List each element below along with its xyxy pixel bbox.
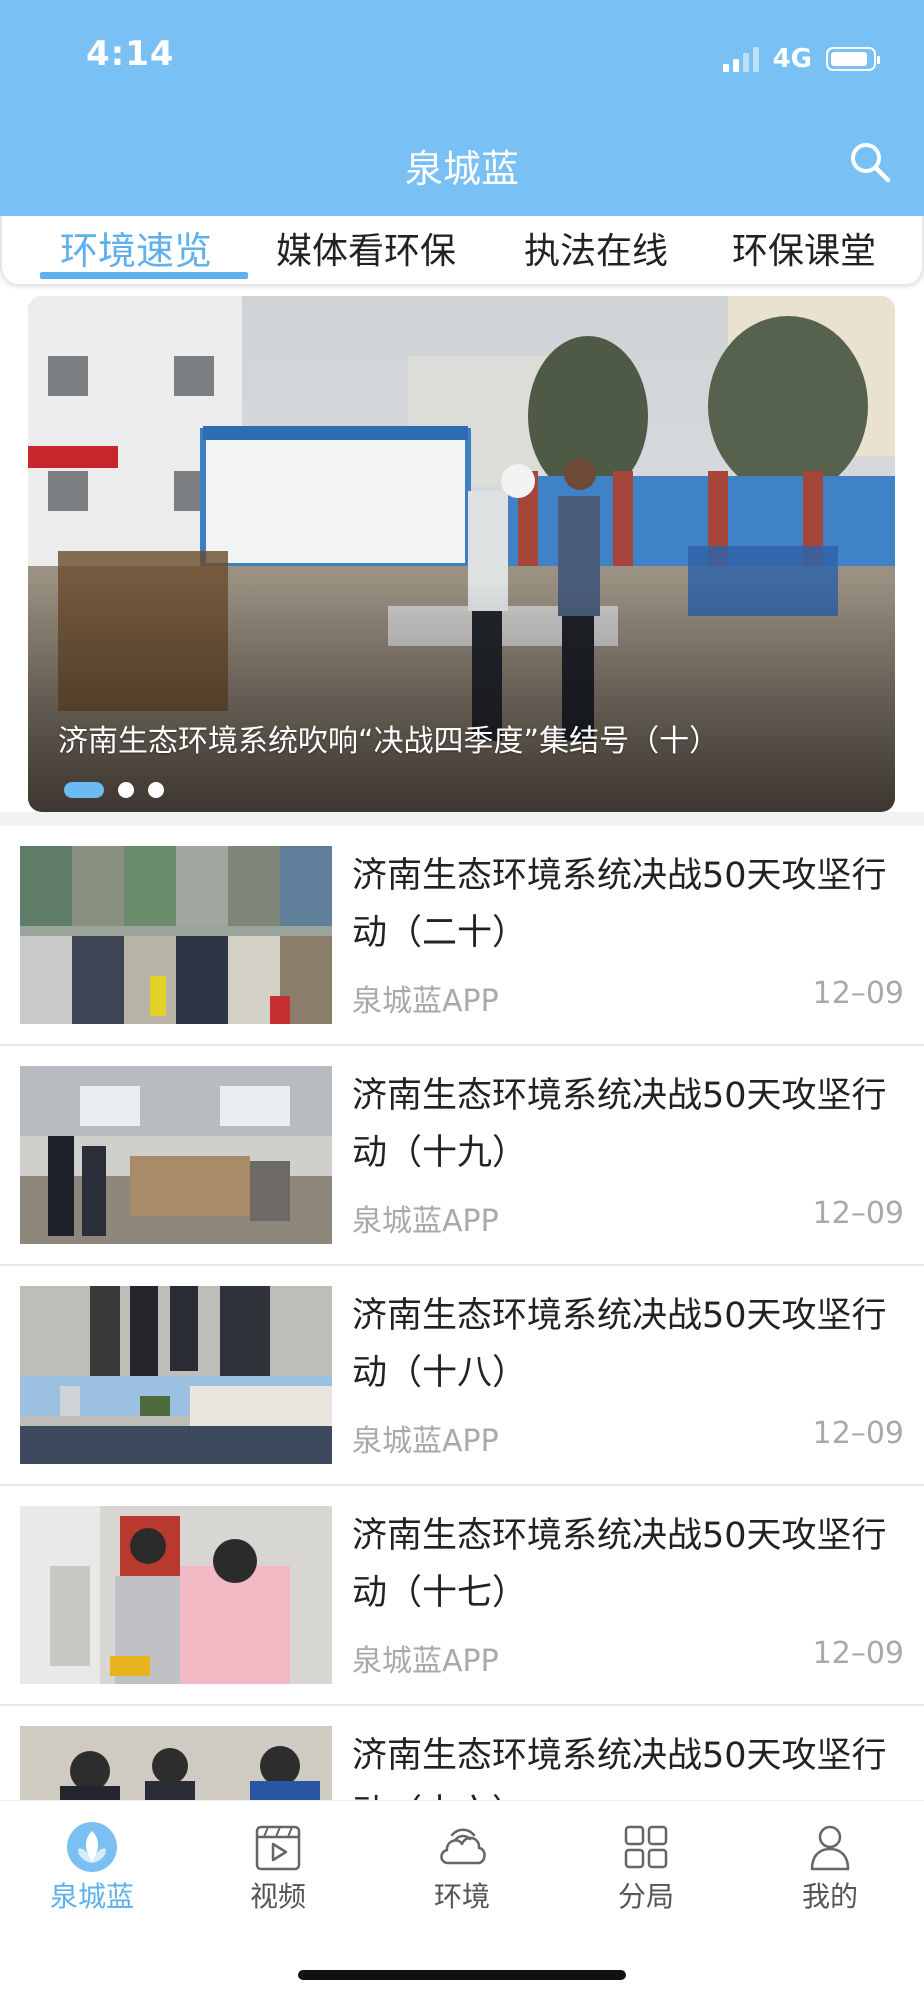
news-title: 济南生态环境系统决战50天攻坚行动（十六）: [352, 1736, 887, 1800]
tab-environment-class[interactable]: 环保课堂: [732, 222, 876, 274]
carousel-dot[interactable]: [118, 782, 134, 798]
nav-label: 环境: [433, 1880, 490, 1913]
news-item[interactable]: 济南生态环境系统决战50天攻坚行动（十八） 泉城蓝APP 12–09: [0, 1266, 924, 1486]
network-label: 4G: [772, 44, 812, 74]
carousel-dots: [64, 782, 164, 798]
nav-item-quanchenglan[interactable]: 泉城蓝: [32, 1819, 152, 1915]
news-item[interactable]: 济南生态环境系统决战50天攻坚行动（十六）: [0, 1706, 924, 1800]
news-date: 12–09: [812, 1416, 904, 1451]
news-source: 泉城蓝APP: [352, 984, 499, 1019]
page-title: 泉城蓝: [404, 147, 519, 191]
section-divider: [0, 812, 924, 826]
home-indicator[interactable]: [298, 1970, 626, 1980]
nav-label: 泉城蓝: [49, 1880, 134, 1913]
banner-carousel[interactable]: 济南生态环境系统吹响“决战四季度”集结号（十）: [28, 296, 895, 812]
news-thumbnail: [20, 1506, 332, 1684]
news-date: 12–09: [812, 1196, 904, 1231]
news-thumbnail: [20, 846, 332, 1024]
nav-item-environment[interactable]: 环境: [402, 1819, 522, 1915]
news-list: 济南生态环境系统决战50天攻坚行动（二十） 泉城蓝APP 12–09 济南生态环…: [0, 826, 924, 1800]
status-time: 4:14: [86, 34, 175, 74]
news-title: 济南生态环境系统决战50天攻坚行动（十八）: [352, 1296, 887, 1393]
tab-law-enforcement-online[interactable]: 执法在线: [524, 222, 668, 274]
carousel-dot-active[interactable]: [64, 782, 104, 798]
battery-icon: [826, 47, 880, 71]
quanchenglan-logo-icon: [67, 1822, 117, 1872]
carousel-dot[interactable]: [148, 782, 164, 798]
user-icon: [810, 1825, 850, 1871]
news-title: 济南生态环境系统决战50天攻坚行动（十七）: [352, 1516, 887, 1613]
tab-environment-overview[interactable]: 环境速览: [60, 220, 212, 275]
status-indicators: 4G: [722, 42, 880, 76]
grid-icon: [624, 1825, 668, 1869]
nav-item-branch[interactable]: 分局: [586, 1819, 706, 1915]
news-item[interactable]: 济南生态环境系统决战50天攻坚行动（十七） 泉城蓝APP 12–09: [0, 1486, 924, 1706]
nav-label: 我的: [801, 1880, 858, 1913]
news-date: 12–09: [812, 976, 904, 1011]
video-icon: [255, 1825, 301, 1871]
search-icon[interactable]: [848, 140, 892, 184]
nav-label: 视频: [249, 1880, 306, 1913]
cloud-icon: [440, 1828, 486, 1865]
banner-caption: 济南生态环境系统吹响“决战四季度”集结号（十）: [58, 724, 720, 759]
news-thumbnail: [20, 1726, 332, 1800]
category-tabs: 环境速览 媒体看环保 执法在线 环保课堂: [0, 216, 924, 284]
news-source: 泉城蓝APP: [352, 1424, 499, 1459]
news-source: 泉城蓝APP: [352, 1644, 499, 1679]
news-title: 济南生态环境系统决战50天攻坚行动（二十）: [352, 856, 887, 953]
top-bar: 4:14 4G 泉城蓝: [0, 0, 924, 216]
signal-icon: [722, 46, 759, 72]
news-title: 济南生态环境系统决战50天攻坚行动（十九）: [352, 1076, 887, 1173]
news-date: 12–09: [812, 1636, 904, 1671]
news-item[interactable]: 济南生态环境系统决战50天攻坚行动（十九） 泉城蓝APP 12–09: [0, 1046, 924, 1266]
news-thumbnail: [20, 1286, 332, 1464]
tab-media-environment[interactable]: 媒体看环保: [276, 222, 456, 274]
active-tab-indicator: [40, 272, 248, 279]
nav-label: 分局: [617, 1880, 674, 1913]
news-item[interactable]: 济南生态环境系统决战50天攻坚行动（二十） 泉城蓝APP 12–09: [0, 826, 924, 1046]
nav-item-mine[interactable]: 我的: [770, 1819, 890, 1915]
news-source: 泉城蓝APP: [352, 1204, 499, 1239]
nav-item-video[interactable]: 视频: [218, 1819, 338, 1915]
news-thumbnail: [20, 1066, 332, 1244]
